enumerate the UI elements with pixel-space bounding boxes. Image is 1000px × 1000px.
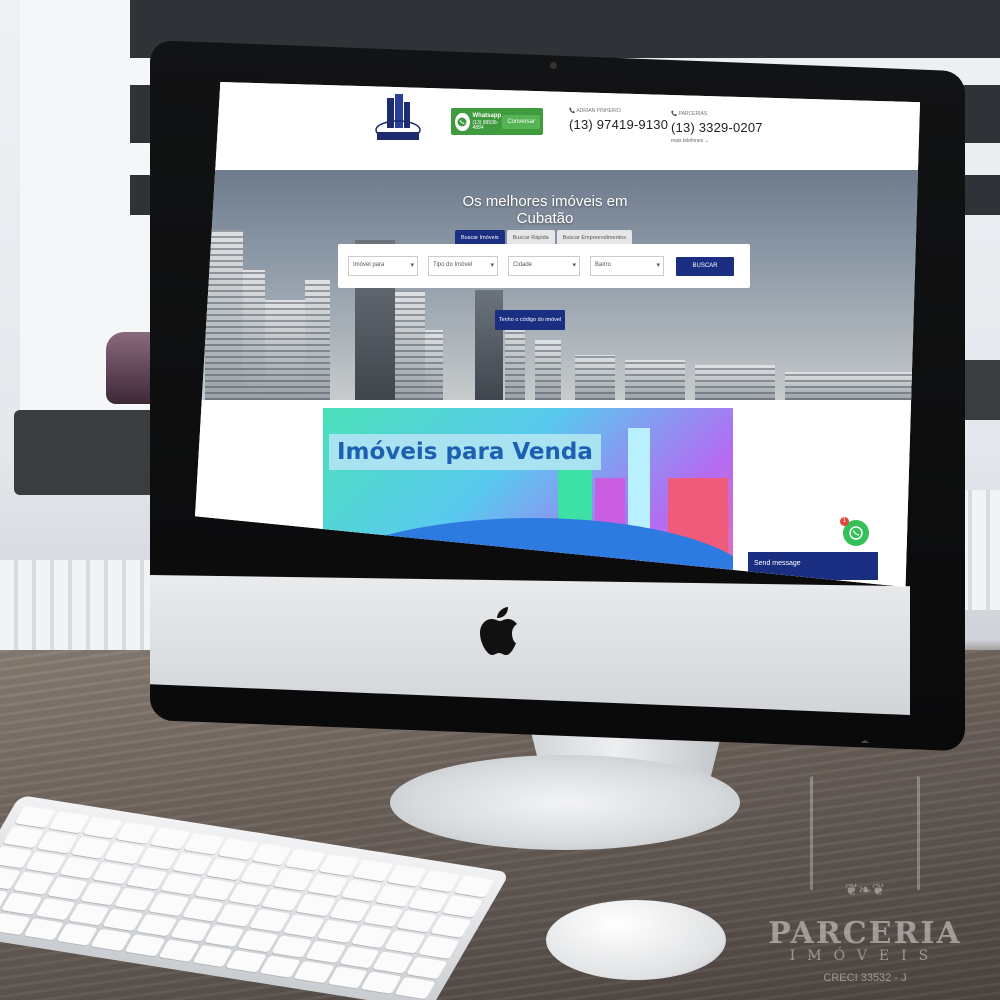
skyline-building — [305, 280, 330, 400]
parceria-logo-icon[interactable] — [367, 94, 429, 154]
logo-caption: PARCERIA — [383, 136, 415, 142]
contact-phone: (13) 3329-0207 — [671, 120, 763, 135]
notification-badge: 1 — [840, 517, 849, 526]
skyline-building — [625, 360, 685, 400]
contact-label: 📞 ADRIAN PINHEIRO — [569, 108, 621, 114]
hero-search-section: Os melhores imóveis em Cubatão Buscar Im… — [195, 170, 920, 400]
skyline-building — [395, 290, 425, 400]
conversar-button[interactable]: Conversar — [502, 114, 540, 129]
more-phones-link[interactable]: mais telefones ⌄ — [671, 138, 763, 144]
website-screen: PARCERIA Whatsapp (13) 99536-4894 Conver… — [195, 82, 920, 587]
select-bairro[interactable]: Bairro — [590, 256, 664, 276]
codigo-imovel-button[interactable]: Tenho o código do imóvel — [495, 310, 565, 330]
house-outline-icon — [810, 740, 920, 890]
select-tipo-imovel[interactable]: Tipo do Imóvel — [428, 256, 498, 276]
search-panel: Imóvel para Tipo do Imóvel Cidade Bairro… — [338, 244, 750, 288]
skyline-building — [505, 320, 525, 400]
whatsapp-contact-box[interactable]: Whatsapp (13) 99536-4894 Conversar — [451, 108, 543, 135]
ornament-icon: ❦❧❦ — [844, 882, 886, 899]
skyline-building — [475, 290, 503, 400]
whatsapp-title: Whatsapp — [472, 112, 502, 119]
hero-title: Os melhores imóveis em Cubatão — [462, 193, 628, 227]
apple-logo-icon — [480, 607, 517, 655]
skyline-building — [695, 365, 775, 400]
skyline-building — [265, 300, 305, 400]
skyline-building — [575, 355, 615, 400]
radiator — [0, 560, 150, 660]
imac-stand-foot — [390, 755, 740, 850]
contact-label: 📞 PARCERIAS — [671, 111, 708, 117]
skyline-building — [535, 340, 561, 400]
whatsapp-float-button[interactable]: 1 — [840, 517, 869, 546]
magic-mouse — [546, 900, 726, 980]
whatsapp-number: (13) 99536-4894 — [472, 119, 499, 131]
whatsapp-icon — [455, 112, 470, 131]
skyline-building — [425, 330, 443, 400]
skyline-building — [785, 372, 920, 400]
banner-title: Imóveis para Venda — [329, 434, 601, 470]
camera-icon — [550, 62, 557, 69]
skyline-building — [243, 270, 265, 400]
select-imovel-para[interactable]: Imóvel para — [348, 256, 418, 276]
contact-adrian[interactable]: 📞 ADRIAN PINHEIRO (13) 97419-9130 — [569, 108, 668, 132]
watermark-name: PARCERIA — [768, 916, 962, 951]
watermark-subtitle: IMÓVEIS — [789, 948, 941, 964]
parceria-watermark: ❦❧❦ PARCERIA IMÓVEIS CRECI 33532 - J — [740, 740, 990, 990]
contact-phone: (13) 97419-9130 — [569, 117, 669, 132]
buscar-button[interactable]: BUSCAR — [676, 257, 734, 276]
skyline-building — [205, 230, 243, 400]
whatsapp-icon — [849, 526, 863, 540]
contact-parcerias[interactable]: 📞 PARCERIAS (13) 3329-0207 mais telefone… — [671, 111, 763, 144]
watermark-creci: CRECI 33532 - J — [823, 972, 907, 984]
select-cidade[interactable]: Cidade — [508, 256, 580, 276]
